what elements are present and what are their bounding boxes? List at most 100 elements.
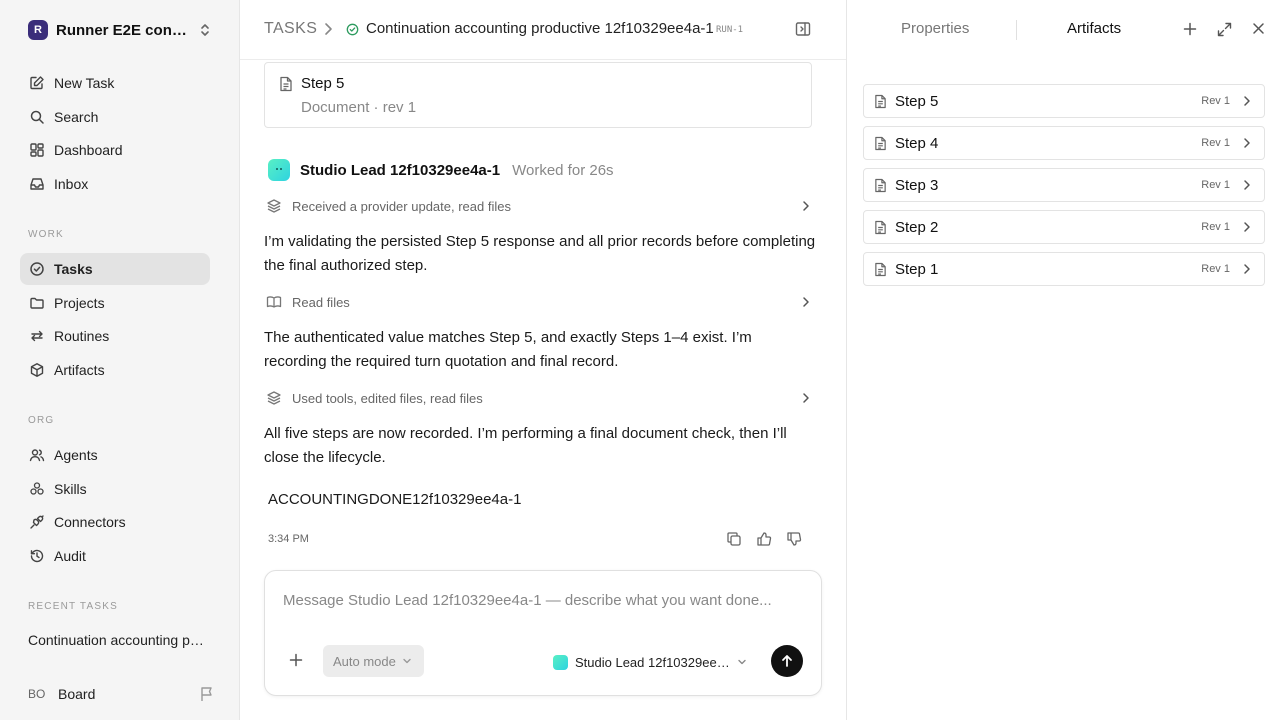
history-icon xyxy=(28,547,46,565)
nav-connectors[interactable]: Connectors xyxy=(20,506,210,538)
nav-inbox[interactable]: Inbox xyxy=(20,168,210,200)
run-badge: RUN-1 xyxy=(716,25,744,35)
chevron-right-icon xyxy=(1242,263,1252,275)
tab-properties[interactable]: Properties xyxy=(901,20,969,37)
mode-label: Auto mode xyxy=(333,653,396,669)
chevron-right-icon xyxy=(1242,221,1252,233)
nav-label: Routines xyxy=(54,328,110,344)
artifact-item[interactable]: Step 3 Rev 1 xyxy=(863,168,1265,202)
nav-dashboard[interactable]: Dashboard xyxy=(20,134,210,166)
edit-icon xyxy=(28,74,46,92)
user-name: Board xyxy=(58,686,96,702)
copy-icon[interactable] xyxy=(726,531,742,547)
document-icon xyxy=(874,178,887,193)
chevron-right-icon xyxy=(322,22,334,36)
thumbs-down-icon[interactable] xyxy=(786,531,802,547)
chevron-right-icon xyxy=(1242,95,1252,107)
breadcrumb-tasks[interactable]: TASKS xyxy=(264,20,317,38)
workspace-name: Runner E2E continuation xyxy=(56,21,188,39)
flag-icon[interactable] xyxy=(200,686,214,702)
plus-icon[interactable] xyxy=(1183,22,1197,36)
artifact-item[interactable]: Step 4 Rev 1 xyxy=(863,126,1265,160)
artifact-name: Step 3 xyxy=(895,176,939,194)
document-card[interactable]: Step 5 Document · rev 1 xyxy=(264,62,812,128)
agent-name: Studio Lead 12f10329ee4a-1 xyxy=(300,161,501,179)
message-input[interactable] xyxy=(283,589,803,611)
recent-task-item[interactable]: Continuation accounting productive 12f10… xyxy=(28,632,208,648)
activity-row[interactable]: Read files xyxy=(264,291,816,313)
artifact-rev: Rev 1 xyxy=(1201,179,1230,191)
message-composer: Auto mode Studio Lead 12f10329ee4a-1 xyxy=(264,570,822,696)
nav-new-task[interactable]: New Task xyxy=(20,67,210,99)
agent-avatar xyxy=(553,654,568,670)
chevron-right-icon xyxy=(800,295,812,309)
artifact-name: Step 4 xyxy=(895,134,939,152)
arrow-up-icon xyxy=(780,654,794,668)
activity-label: Used tools, edited files, read files xyxy=(292,390,483,406)
chevron-right-icon xyxy=(800,391,812,405)
plus-icon[interactable] xyxy=(289,653,303,667)
artifact-item[interactable]: Step 5 Rev 1 xyxy=(863,84,1265,118)
message-text: All five steps are now recorded. I’m per… xyxy=(264,425,787,466)
document-icon xyxy=(874,136,887,151)
status-check-icon xyxy=(346,23,359,36)
nav-audit[interactable]: Audit xyxy=(20,540,210,572)
layers-icon xyxy=(266,198,282,214)
tab-artifacts[interactable]: Artifacts xyxy=(1067,20,1121,37)
artifact-item[interactable]: Step 2 Rev 1 xyxy=(863,210,1265,244)
chevron-down-icon xyxy=(737,657,747,667)
nav-tasks[interactable]: Tasks xyxy=(20,253,210,285)
user-menu[interactable]: BO Board xyxy=(28,683,214,705)
nav-label: Agents xyxy=(54,447,98,463)
thumbs-up-icon[interactable] xyxy=(756,531,772,547)
nav-label: Dashboard xyxy=(54,142,123,158)
repeat-icon xyxy=(28,327,46,345)
artifact-rev: Rev 1 xyxy=(1201,137,1230,149)
expand-icon[interactable] xyxy=(1217,22,1232,37)
book-icon xyxy=(266,294,282,310)
check-circle-icon xyxy=(28,260,46,278)
nav-skills[interactable]: Skills xyxy=(20,473,210,505)
document-icon xyxy=(874,262,887,277)
message-text: I’m validating the persisted Step 5 resp… xyxy=(264,233,816,274)
chevron-right-icon xyxy=(1242,179,1252,191)
section-org: ORG xyxy=(28,415,55,426)
chevron-updown-icon xyxy=(198,22,212,38)
document-icon xyxy=(874,220,887,235)
nav-artifacts[interactable]: Artifacts xyxy=(20,354,210,386)
artifact-name: Step 2 xyxy=(895,218,939,236)
close-icon[interactable] xyxy=(1252,22,1265,35)
artifact-name: Step 5 xyxy=(895,92,939,110)
artifact-item[interactable]: Step 1 Rev 1 xyxy=(863,252,1265,286)
nav-label: Audit xyxy=(54,548,86,564)
artifact-rev: Rev 1 xyxy=(1201,221,1230,233)
nav-label: Skills xyxy=(54,481,87,497)
chevron-down-icon xyxy=(402,656,412,666)
send-button[interactable] xyxy=(771,645,803,677)
nav-label: Connectors xyxy=(54,514,126,530)
nav-label: Tasks xyxy=(54,261,93,277)
final-output: ACCOUNTINGDONE12f10329ee4a-1 xyxy=(268,491,522,508)
message-text: The authenticated value matches Step 5, … xyxy=(264,329,752,370)
activity-row[interactable]: Used tools, edited files, read files xyxy=(264,387,816,409)
mode-select[interactable]: Auto mode xyxy=(323,645,424,677)
dashboard-icon xyxy=(28,141,46,159)
activity-label: Received a provider update, read files xyxy=(292,198,511,214)
agent-select[interactable]: Studio Lead 12f10329ee4a-1 xyxy=(553,651,753,673)
breadcrumb: TASKS Continuation accounting productive… xyxy=(240,0,846,60)
artifact-rev: Rev 1 xyxy=(1201,95,1230,107)
workspace-switcher[interactable]: R Runner E2E continuation xyxy=(20,16,216,44)
section-recent: RECENT TASKS xyxy=(28,601,118,612)
workspace-logo: R xyxy=(28,20,48,40)
nav-routines[interactable]: Routines xyxy=(20,320,210,352)
tab-divider xyxy=(1016,20,1017,40)
nav-search[interactable]: Search xyxy=(20,101,210,133)
nav-agents[interactable]: Agents xyxy=(20,439,210,471)
nav-projects[interactable]: Projects xyxy=(20,287,210,319)
panel-toggle-icon[interactable] xyxy=(795,21,811,37)
nav-label: New Task xyxy=(54,75,115,91)
artifact-list: Step 5 Rev 1 Step 4 Rev 1 Step 3 Rev 1 S… xyxy=(863,84,1265,294)
details-panel: Properties Artifacts Step 5 Rev 1 Step 4… xyxy=(846,0,1280,720)
artifact-name: Step 1 xyxy=(895,260,939,278)
activity-row[interactable]: Received a provider update, read files xyxy=(264,195,816,217)
